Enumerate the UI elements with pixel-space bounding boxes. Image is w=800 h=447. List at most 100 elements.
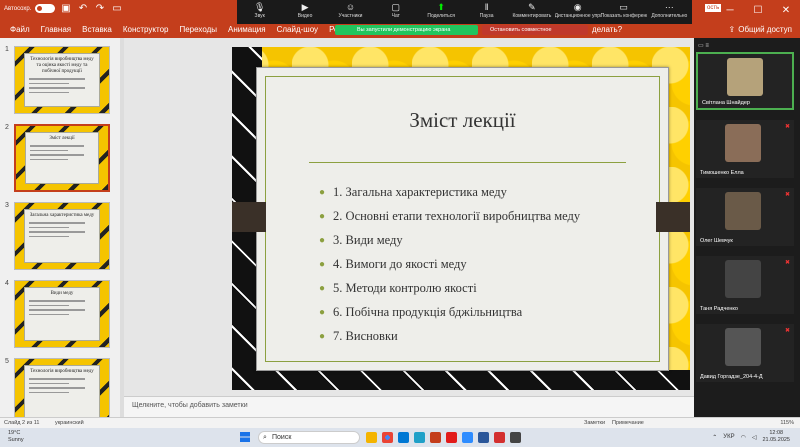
pdf-icon[interactable] xyxy=(494,432,505,443)
explorer-icon[interactable] xyxy=(366,432,377,443)
thumbnail-text-line xyxy=(30,145,85,147)
bullet-item: ● 4. Вимоги до якості меду xyxy=(319,252,580,276)
current-slide[interactable]: Зміст лекції ● 1. Загальна характеристика… xyxy=(232,47,690,390)
meeting-button-show-meeting[interactable]: ▭Показать конференцию xyxy=(601,2,647,19)
meeting-button-share-screen[interactable]: ⬆ Поделиться xyxy=(419,2,464,19)
thumbnail-text-line xyxy=(30,158,69,160)
volume-icon[interactable]: ◁ xyxy=(752,434,757,441)
participant-tile[interactable]: Давид Горгадзе_204-4-Д ✖ xyxy=(696,324,794,382)
slide-thumbnail[interactable]: Технологія виробництва меду та оцінка як… xyxy=(14,46,110,114)
ribbon-tab[interactable]: Слайд-шоу xyxy=(277,25,318,34)
thumbnail-number: 4 xyxy=(5,280,9,287)
participant-tile[interactable]: Світлана Шнайдер xyxy=(696,52,794,110)
participant-name: Тимошенко Елла xyxy=(700,170,744,176)
participant-tile[interactable]: Тимошенко Елла ✖ xyxy=(696,120,794,178)
ribbon-tab[interactable]: Файл xyxy=(10,25,30,34)
autosave-label: Автосохр. xyxy=(4,5,32,12)
bullet-item: ● 5. Методи контролю якості xyxy=(319,276,580,300)
ribbon-tab[interactable]: Переходы xyxy=(179,25,217,34)
slide-thumbnail[interactable]: Технологія виробництва меду xyxy=(14,358,110,417)
maximize-icon[interactable]: ☐ xyxy=(744,0,772,22)
opera-icon[interactable] xyxy=(446,432,457,443)
mail-icon[interactable] xyxy=(398,432,409,443)
tray-chevron-icon[interactable]: ⌃ xyxy=(712,434,717,441)
edge-icon[interactable] xyxy=(414,432,425,443)
zoom-level[interactable]: 115% xyxy=(780,420,794,426)
participant-tile[interactable]: Таня Радченко ✖ xyxy=(696,256,794,314)
thumbnail-text-line xyxy=(29,231,86,233)
undo-icon[interactable]: ↶ xyxy=(76,3,89,14)
share-button[interactable]: ⇪ Общий доступ xyxy=(729,25,792,34)
stop-share-button[interactable]: Остановить совместное использование xyxy=(482,25,588,43)
thumbnail-text-line xyxy=(30,149,69,151)
taskbar-search[interactable]: ⌕ Поиск xyxy=(258,431,360,444)
search-placeholder: Поиск xyxy=(272,434,292,441)
minimize-icon[interactable]: ─ xyxy=(716,0,744,22)
slide-thumbnail[interactable]: Зміст лекції xyxy=(14,124,110,192)
weather-widget[interactable]: 19°C Sunny xyxy=(8,430,24,444)
meeting-button-label: Дистанционное управление xyxy=(554,13,601,19)
wifi-icon[interactable]: ◠ xyxy=(741,434,746,441)
bullet-dot-icon: ● xyxy=(319,258,326,270)
thumbnail-text-line xyxy=(29,222,86,224)
participant-tile[interactable]: Олег Шевчук ✖ xyxy=(696,188,794,246)
sharing-status-text: Вы запустили демонстрацию экрана xyxy=(357,27,451,33)
notes-toggle[interactable]: Заметки xyxy=(584,420,605,426)
participants-icon: ☺ xyxy=(345,2,356,12)
language-switch[interactable]: УКР xyxy=(723,434,734,440)
thumbnail-content: Загальна характеристика меду xyxy=(24,209,100,263)
slide-thumbnail[interactable]: Види меду xyxy=(14,280,110,348)
comments-toggle[interactable]: Примечание xyxy=(612,420,644,426)
ribbon-tab[interactable]: Главная xyxy=(41,25,71,34)
participant-name: Таня Радченко xyxy=(700,306,738,312)
status-bar: Слайд 2 из 11 украинский Заметки Примеча… xyxy=(0,417,800,428)
tell-me-search[interactable]: делать? xyxy=(592,25,622,34)
present-icon[interactable]: ▭ xyxy=(110,3,123,14)
video-panel-controls[interactable]: ▭ ≡ xyxy=(698,42,709,49)
meeting-button-label: Поделиться xyxy=(427,13,455,19)
zoom-icon[interactable] xyxy=(462,432,473,443)
meeting-button-microphone[interactable]: 🎙︎ Звук xyxy=(237,2,282,19)
windows-start-icon[interactable] xyxy=(240,432,250,442)
thumbnail-number: 2 xyxy=(5,124,9,131)
slide-title[interactable]: Зміст лекції xyxy=(257,108,668,133)
meeting-button-remote-control[interactable]: ◉Дистанционное управление xyxy=(555,2,601,19)
language-indicator[interactable]: украинский xyxy=(55,420,84,426)
meeting-button-participants[interactable]: ☺ Участники xyxy=(328,2,373,19)
thumbnail-number: 3 xyxy=(5,202,9,209)
close-icon[interactable]: ✕ xyxy=(772,0,800,22)
meeting-button-chat[interactable]: ▢ Чат xyxy=(373,2,418,19)
thumbnail-text-line xyxy=(29,91,69,93)
share-icon: ⇪ xyxy=(728,25,736,34)
annotate-icon: ✎ xyxy=(528,2,536,12)
autosave-toggle[interactable] xyxy=(35,4,56,13)
meeting-button-video[interactable]: ▶ Видео xyxy=(282,2,327,19)
word-icon[interactable] xyxy=(478,432,489,443)
chrome-icon[interactable] xyxy=(382,432,393,443)
notes-pane[interactable]: Щелкните, чтобы добавить заметки xyxy=(124,396,694,417)
ribbon-tab[interactable]: Анимация xyxy=(228,25,266,34)
meeting-button-pause[interactable]: ‖ Пауза xyxy=(464,2,509,19)
clock-time: 12:08 xyxy=(769,430,784,436)
ribbon-tab[interactable]: Вставка xyxy=(82,25,112,34)
meeting-button-label: Комментировать xyxy=(512,13,552,19)
powerpoint-icon[interactable] xyxy=(430,432,441,443)
redo-icon[interactable]: ↷ xyxy=(93,3,106,14)
bullet-text: 3. Види меду xyxy=(333,232,403,247)
decorative-tab-right xyxy=(656,202,690,232)
search-icon: ⌕ xyxy=(263,434,267,441)
thumbnail-text-line xyxy=(29,313,69,315)
meeting-button-annotate[interactable]: ✎ Комментировать xyxy=(509,2,554,19)
save-icon[interactable]: ▣ xyxy=(59,3,72,14)
meeting-button-more[interactable]: ··· Дополнительно xyxy=(647,2,692,19)
ribbon-tab[interactable]: Конструктор xyxy=(123,25,169,34)
bullet-text: 7. Висновки xyxy=(333,328,398,343)
thumbnail-title: Види меду xyxy=(50,291,74,296)
participant-name: Олег Шевчук xyxy=(700,238,733,244)
slide-thumbnail[interactable]: Загальна характеристика меду xyxy=(14,202,110,270)
bullet-list[interactable]: ● 1. Загальна характеристика меду ● 2. Осно… xyxy=(319,180,580,348)
clock[interactable]: 12:08 21.05.2025 xyxy=(762,430,790,444)
weather-temp: 19°C xyxy=(8,430,21,436)
media-icon[interactable] xyxy=(510,432,521,443)
thumbnail-content: Види меду xyxy=(24,287,100,341)
